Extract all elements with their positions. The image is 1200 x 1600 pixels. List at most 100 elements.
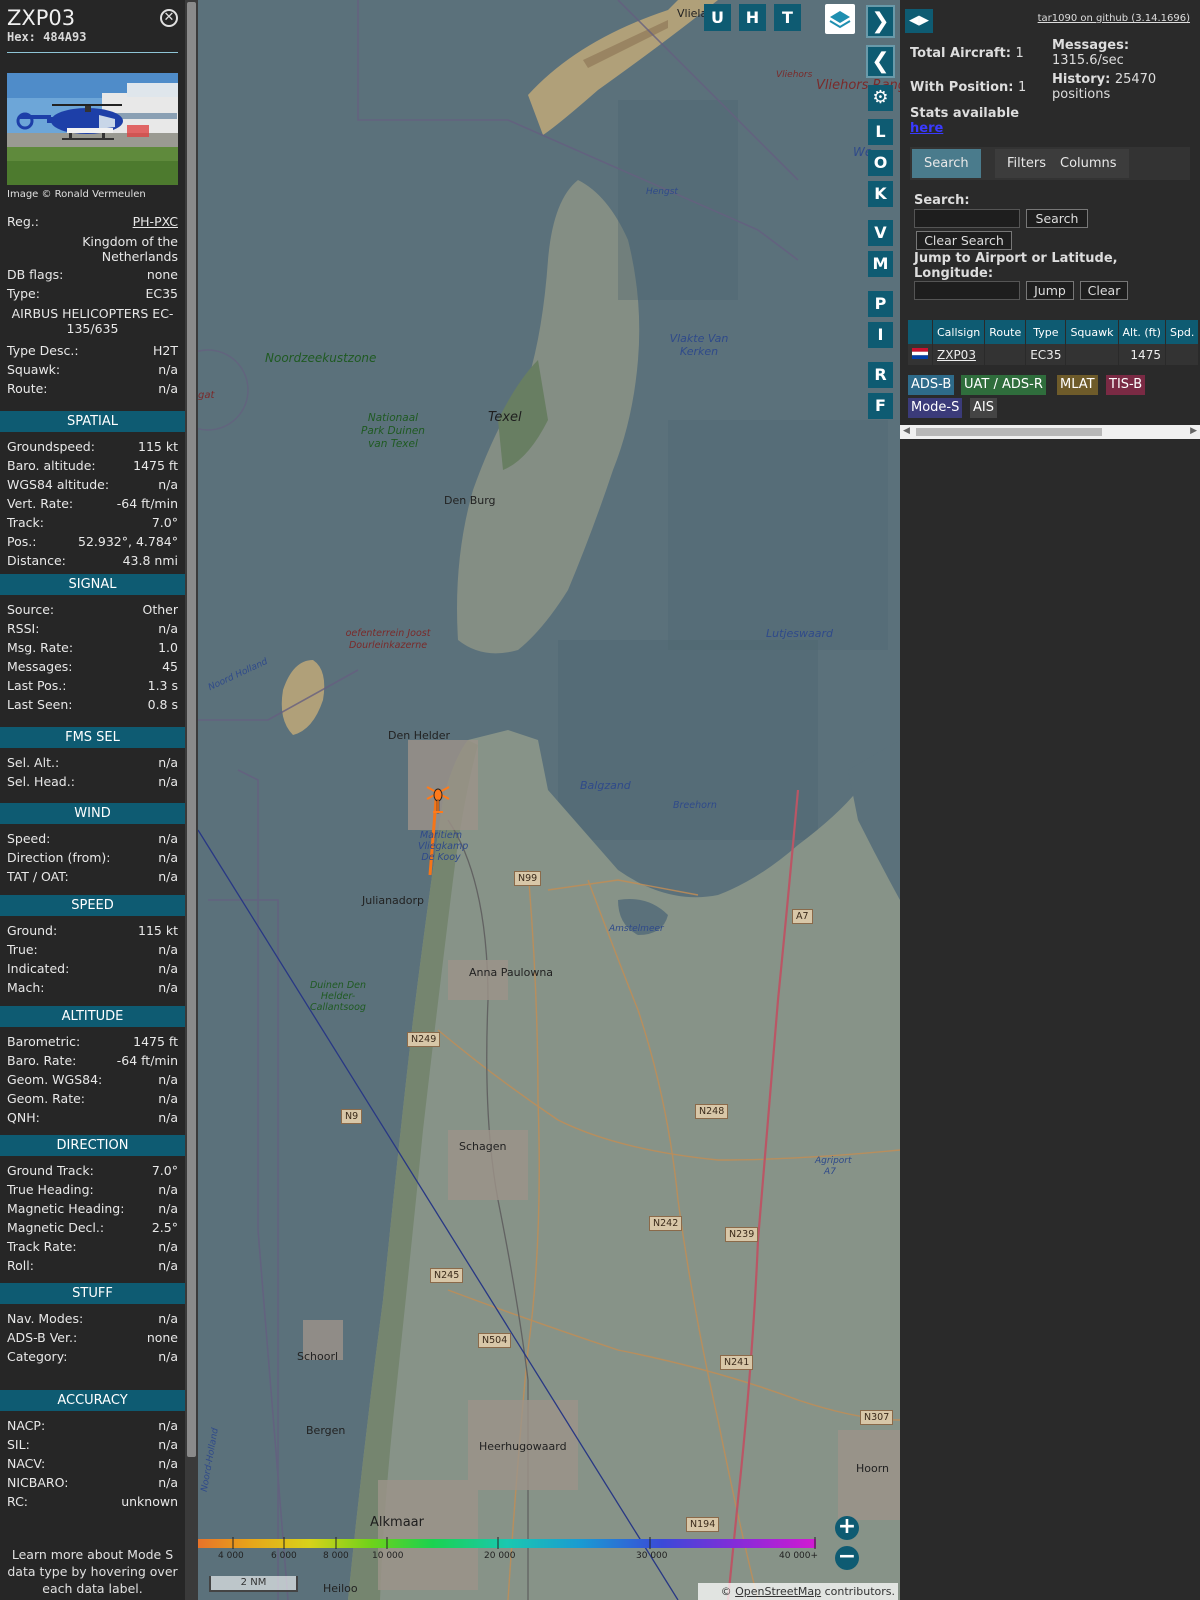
table-header-row: Callsign Route Type Squawk Alt. (ft) Spd… [908,320,1200,344]
spatial-row: WGS84 altitude: n/a [7,477,178,495]
section-header-signal: SIGNAL [0,574,185,595]
side-button-i[interactable]: I [868,322,893,348]
row-value: n/a [158,980,178,995]
accuracy-row: NACP: n/a [7,1418,178,1436]
map-button-u[interactable]: U [704,4,731,31]
info-panel-scrollbar[interactable] [185,0,198,1600]
tab-columns[interactable]: Columns [1048,149,1129,178]
row-label: True Heading: [7,1182,94,1197]
aircraft-marker-icon[interactable] [426,784,450,818]
map-button-h[interactable]: H [739,4,766,31]
cell-route [984,344,1027,365]
row-label: Distance: [7,553,66,568]
row-label: WGS84 altitude: [7,477,110,492]
scroll-right-icon[interactable]: ▶ [1190,426,1197,436]
row-value: 7.0° [151,1163,178,1178]
side-button-f[interactable]: F [868,393,893,419]
history-stat: History: 25470 positions [1052,72,1192,102]
map[interactable]: Vliehors Range Vliehors Vliela Noordzeek… [198,0,900,1600]
map-label: Hoorn [856,1462,890,1475]
map-label: oefenterrein Joost Dourleinkazerne [345,628,431,651]
side-button-o[interactable]: O [868,150,893,176]
altitude-scale-label: 10 000 [372,1551,404,1561]
expand-arrows-icon: ◀▶ [909,13,929,28]
wind-row: Speed: n/a [7,831,178,849]
tab-bar: Search Filters Columns [910,147,1190,180]
github-link[interactable]: tar1090 on github (3.14.1696) [1038,13,1190,24]
search-button[interactable]: Search [1026,209,1088,228]
map-button-t[interactable]: T [774,4,801,31]
row-label: Sel. Alt.: [7,755,60,770]
side-button-r[interactable]: R [868,362,893,388]
row-label: Messages: [7,659,73,674]
altitude-scale-label: 30 000 [636,1551,668,1561]
back-button[interactable]: ❮ [866,45,895,78]
row-value: 45 [162,659,178,674]
row-value: n/a [158,1311,178,1326]
table-horizontal-scrollbar[interactable]: ◀ ▶ [900,425,1200,439]
map-label: Vlakte Van Kerken [669,332,729,358]
clear-search-button[interactable]: Clear Search [916,231,1012,250]
row-value: 52.932°, 4.784° [78,534,178,549]
row-value: 1475 ft [133,1034,178,1049]
settings-button[interactable]: ⚙ [868,85,893,111]
row-label: Ground: [7,923,58,938]
row-value: 0.8 s [147,697,178,712]
stuff-row: Nav. Modes: n/a [7,1311,178,1329]
scroll-left-icon[interactable]: ◀ [903,426,910,436]
column-header-squawk[interactable]: Squawk [1065,320,1119,344]
osm-link[interactable]: OpenStreetMap [735,1585,821,1598]
side-button-v[interactable]: V [868,220,893,246]
toggle-sidebar-button[interactable]: ◀▶ [905,9,933,33]
scale-bar: 2 NM [209,1576,298,1592]
scrollbar-thumb[interactable] [916,428,1102,436]
row-value: H2T [153,343,178,358]
altitude-scale-label: 8 000 [323,1551,349,1561]
layers-button[interactable] [825,4,855,34]
scrollbar-thumb[interactable] [187,2,196,1457]
column-header-callsign[interactable]: Callsign [932,320,986,344]
forward-button[interactable]: ❯ [866,5,895,38]
close-icon[interactable]: ✕ [160,9,178,27]
stat-label: History: [1052,72,1111,87]
row-value: 43.8 nmi [122,553,178,568]
jump-button[interactable]: Jump [1026,281,1074,300]
side-button-m[interactable]: M [868,251,893,277]
zoom-out-button[interactable]: − [835,1546,859,1570]
registration-link[interactable]: PH-PXC [133,214,178,229]
map-label: gat [198,390,215,401]
road-shield: N242 [649,1216,683,1231]
road-shield: N248 [695,1104,729,1119]
row-value: 1475 ft [133,458,178,473]
section-header-stuff: STUFF [0,1283,185,1304]
zoom-in-button[interactable]: + [835,1516,859,1540]
db-flags-row: DB flags: none [7,267,178,285]
row-value: n/a [158,755,178,770]
column-header-flag[interactable] [908,320,933,344]
column-header-type[interactable]: Type [1025,320,1067,344]
column-header-route[interactable]: Route [984,320,1027,344]
column-header-speed[interactable]: Spd. [1165,320,1200,344]
cell-callsign[interactable]: ZXP03 [932,344,986,365]
row-value: n/a [158,961,178,976]
side-button-l[interactable]: L [868,119,893,145]
row-label: Baro. Rate: [7,1053,77,1068]
road-shield: N241 [720,1355,754,1370]
table-row[interactable]: ZXP03 EC35 1475 [908,344,1200,365]
jump-input[interactable] [914,281,1020,300]
tab-search[interactable]: Search [912,149,981,178]
aircraft-photo[interactable] [7,73,178,185]
search-input[interactable] [914,209,1020,228]
side-button-k[interactable]: K [868,181,893,207]
row-value: n/a [158,1091,178,1106]
side-button-p[interactable]: P [868,291,893,317]
row-label: NACV: [7,1456,46,1471]
column-header-altitude[interactable]: Alt. (ft) [1118,320,1166,344]
road-shield: N307 [860,1410,894,1425]
row-label: Speed: [7,831,51,846]
direction-row: Roll: n/a [7,1258,178,1276]
stats-link[interactable]: here [910,121,1019,136]
spatial-row: Track: 7.0° [7,515,178,533]
row-value: n/a [158,831,178,846]
clear-button[interactable]: Clear [1080,281,1128,300]
